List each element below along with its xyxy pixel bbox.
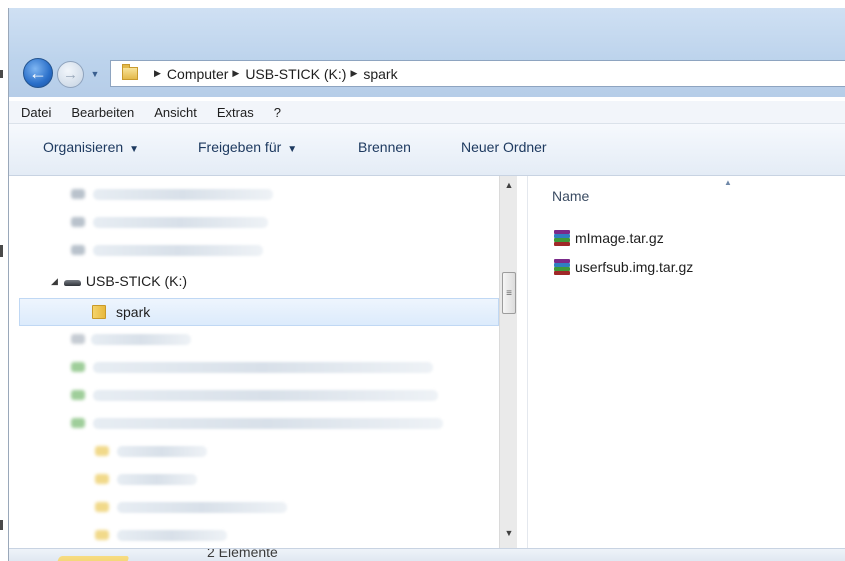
- file-name: userfsub.img.tar.gz: [575, 259, 694, 275]
- navigation-pane[interactable]: ◢ USB-STICK (K:) spark: [9, 176, 499, 548]
- file-list[interactable]: ▲ Name mImage.tar.gz userfsub.img.tar.gz: [528, 176, 845, 548]
- command-bar: Organisieren ▼ Freigeben für ▼ Brennen Neu…: [9, 124, 845, 176]
- title-chrome: ← → ▼ ▶ Computer ▶ USB-STICK (K:) ▶ spar…: [9, 8, 845, 97]
- column-header-name[interactable]: Name: [552, 188, 589, 204]
- scroll-thumb[interactable]: ≡: [502, 272, 516, 314]
- folder-icon: [48, 556, 130, 561]
- usb-drive-icon: [63, 280, 81, 286]
- breadcrumb-usb-stick[interactable]: USB-STICK (K:): [245, 66, 346, 82]
- blurred-tree-item: [91, 334, 191, 345]
- tree-item-usb-stick[interactable]: ◢ USB-STICK (K:): [9, 268, 187, 294]
- recent-pages-dropdown[interactable]: ▼: [89, 66, 101, 82]
- blurred-tree-item: [93, 418, 443, 429]
- blurred-tree-item: [93, 245, 263, 256]
- share-label: Freigeben für: [198, 139, 282, 155]
- archive-icon: [554, 259, 570, 275]
- explorer-window: ← → ▼ ▶ Computer ▶ USB-STICK (K:) ▶ spar…: [8, 8, 845, 561]
- blurred-tree-item: [93, 362, 433, 373]
- blurred-network-icon: [71, 362, 85, 372]
- blurred-drive-icon: [71, 217, 85, 227]
- blurred-folder-icon: [95, 530, 109, 540]
- menu-bar: Datei Bearbeiten Ansicht Extras ?: [9, 101, 845, 124]
- grip-icon: ≡: [506, 287, 512, 299]
- expanded-arrow-icon[interactable]: ◢: [51, 276, 58, 287]
- blurred-tree-item: [117, 474, 197, 485]
- details-pane: 2 Elemente: [9, 548, 845, 561]
- window-edge-mark: [0, 245, 3, 257]
- burn-button[interactable]: Brennen: [358, 139, 411, 155]
- pane-splitter[interactable]: [517, 176, 528, 548]
- blurred-tree-item: [117, 502, 287, 513]
- back-button[interactable]: ←: [23, 58, 53, 88]
- arrow-left-icon: ←: [29, 62, 47, 83]
- window-edge-mark: [0, 520, 3, 530]
- new-folder-button[interactable]: Neuer Ordner: [461, 139, 547, 155]
- scroll-down-arrow-icon[interactable]: ▼: [500, 528, 518, 540]
- breadcrumb-computer[interactable]: Computer: [167, 66, 228, 82]
- new-folder-label: Neuer Ordner: [461, 139, 547, 155]
- chevron-right-icon[interactable]: ▶: [350, 68, 357, 79]
- blurred-folder-icon: [95, 446, 109, 456]
- blurred-drive-icon: [71, 334, 85, 344]
- chevron-right-icon[interactable]: ▶: [154, 68, 161, 79]
- address-bar[interactable]: ▶ Computer ▶ USB-STICK (K:) ▶ spark: [110, 60, 845, 87]
- folder-icon: [122, 64, 138, 80]
- file-item[interactable]: userfsub.img.tar.gz: [554, 256, 693, 278]
- breadcrumb-spark[interactable]: spark: [363, 66, 397, 82]
- tree-item-label: spark: [116, 304, 151, 320]
- blurred-folder-icon: [95, 502, 109, 512]
- scroll-up-arrow-icon[interactable]: ▲: [500, 180, 518, 192]
- blurred-drive-icon: [71, 245, 85, 255]
- navigation-scrollbar[interactable]: ▲ ≡ ▼: [499, 176, 518, 548]
- menu-help[interactable]: ?: [274, 105, 281, 120]
- blurred-tree-item: [93, 217, 268, 228]
- organize-label: Organisieren: [43, 139, 124, 155]
- file-name: mImage.tar.gz: [575, 230, 664, 246]
- blurred-tree-item: [93, 390, 438, 401]
- menu-edit[interactable]: Bearbeiten: [71, 105, 134, 120]
- caret-down-icon: ▼: [129, 144, 140, 155]
- chevron-right-icon[interactable]: ▶: [232, 68, 239, 79]
- blurred-folder-icon: [95, 474, 109, 484]
- archive-icon: [554, 230, 570, 246]
- blurred-network-icon: [71, 418, 85, 428]
- blurred-tree-item: [93, 189, 273, 200]
- tree-item-spark[interactable]: spark: [19, 298, 499, 326]
- file-item[interactable]: mImage.tar.gz: [554, 227, 664, 249]
- share-button[interactable]: Freigeben für ▼: [198, 139, 297, 155]
- organize-button[interactable]: Organisieren ▼: [43, 139, 139, 155]
- blurred-tree-item: [117, 530, 227, 541]
- arrow-right-icon: →: [63, 66, 78, 83]
- folder-icon: [92, 305, 106, 319]
- chevron-down-icon: ▼: [90, 69, 100, 79]
- blurred-network-icon: [71, 390, 85, 400]
- menu-file[interactable]: Datei: [21, 105, 51, 120]
- blurred-drive-icon: [71, 189, 85, 199]
- menu-tools[interactable]: Extras: [217, 105, 254, 120]
- forward-button[interactable]: →: [57, 61, 84, 88]
- caret-down-icon: ▼: [287, 144, 298, 155]
- burn-label: Brennen: [358, 139, 411, 155]
- tree-item-label: USB-STICK (K:): [85, 273, 188, 289]
- menu-view[interactable]: Ansicht: [154, 105, 197, 120]
- blurred-tree-item: [117, 446, 207, 457]
- window-edge-mark: [0, 70, 3, 78]
- item-count: 2 Elemente: [207, 548, 278, 560]
- sort-ascending-icon: ▲: [724, 178, 732, 187]
